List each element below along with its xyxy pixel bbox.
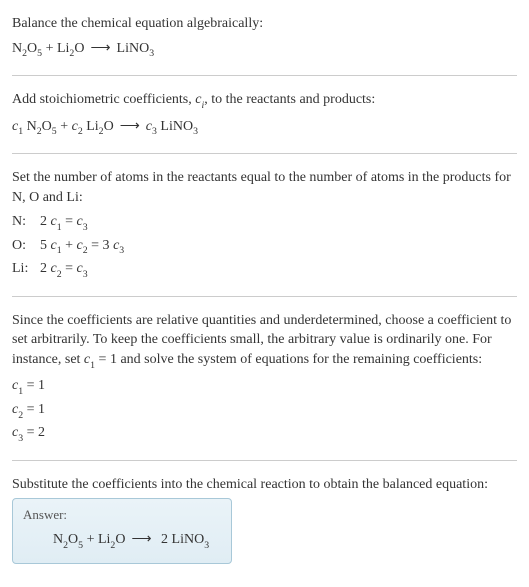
atom-eq-n: 2 c1 = c3	[40, 211, 88, 234]
divider	[12, 460, 517, 461]
atoms-intro: Set the number of atoms in the reactants…	[12, 168, 517, 207]
answer-box: Answer: N2O5 + Li2O⟶ 2 LiNO3	[12, 498, 232, 563]
solution-c2: c2 = 1	[12, 399, 517, 422]
solution-c3: c3 = 2	[12, 422, 517, 445]
reactant-n2o5: N2O5	[12, 41, 42, 56]
divider	[12, 75, 517, 76]
reactant-li2o: Li2O	[57, 41, 84, 56]
atom-label-li: Li:	[12, 258, 40, 281]
atom-row-n: N: 2 c1 = c3	[12, 211, 517, 234]
stoich-equation: c1 N2O5 + c2 Li2O⟶c3 LiNO3	[12, 116, 517, 139]
atom-label-o: O:	[12, 235, 40, 258]
divider	[12, 296, 517, 297]
stoich-section: Add stoichiometric coefficients, ci, to …	[12, 84, 517, 145]
atom-label-n: N:	[12, 211, 40, 234]
underdetermined-section: Since the coefficients are relative quan…	[12, 305, 517, 452]
answer-label: Answer:	[23, 507, 221, 523]
arrow-icon: ⟶	[114, 119, 146, 134]
product-lino3: LiNO3	[117, 41, 155, 56]
atom-row-li: Li: 2 c2 = c3	[12, 258, 517, 281]
substitute-intro: Substitute the coefficients into the che…	[12, 475, 517, 495]
arrow-icon: ⟶	[125, 532, 157, 547]
solution-c1: c1 = 1	[12, 375, 517, 398]
atom-eq-o: 5 c1 + c2 = 3 c3	[40, 235, 124, 258]
answer-equation: N2O5 + Li2O⟶ 2 LiNO3	[23, 529, 221, 552]
plus: +	[42, 41, 57, 56]
initial-equation: N2O5 + Li2O⟶LiNO3	[12, 38, 517, 61]
atom-eq-li: 2 c2 = c3	[40, 258, 88, 281]
stoich-intro: Add stoichiometric coefficients, ci, to …	[12, 90, 517, 112]
substitute-section: Substitute the coefficients into the che…	[12, 469, 517, 570]
header-title: Balance the chemical equation algebraica…	[12, 14, 517, 34]
arrow-icon: ⟶	[84, 41, 116, 56]
header-section: Balance the chemical equation algebraica…	[12, 8, 517, 67]
underdetermined-text: Since the coefficients are relative quan…	[12, 311, 517, 372]
atom-row-o: O: 5 c1 + c2 = 3 c3	[12, 235, 517, 258]
divider	[12, 153, 517, 154]
atoms-section: Set the number of atoms in the reactants…	[12, 162, 517, 288]
